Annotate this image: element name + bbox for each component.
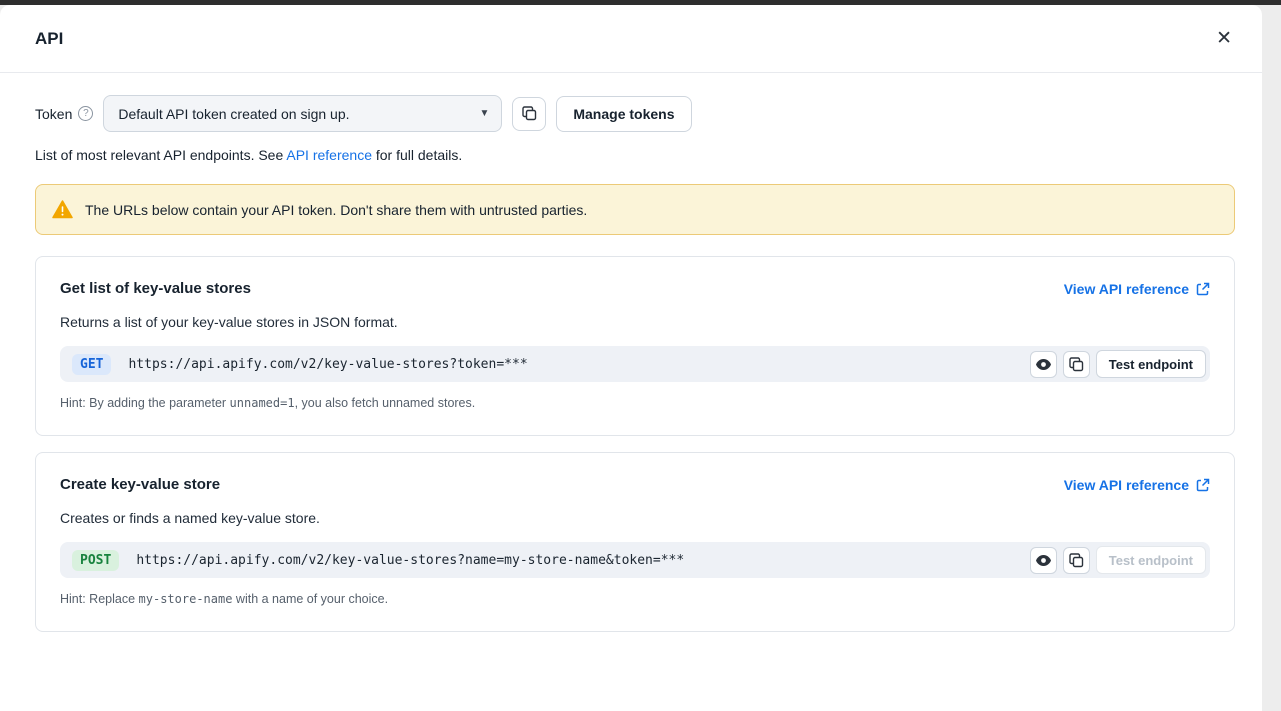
hint-code: my-store-name: [139, 592, 233, 606]
endpoint-url: https://api.apify.com/v2/key-value-store…: [136, 553, 1023, 568]
card-hint: Hint: Replace my-store-name with a name …: [60, 592, 1210, 606]
token-select-value: Default API token created on sign up.: [118, 106, 349, 122]
warning-banner: The URLs below contain your API token. D…: [35, 184, 1235, 235]
view-api-reference-link[interactable]: View API reference: [1064, 281, 1210, 297]
copy-url-button[interactable]: [1063, 547, 1090, 574]
eye-icon: [1035, 554, 1052, 567]
chevron-down-icon: ▼: [479, 108, 489, 119]
card-head: Get list of key-value stores View API re…: [60, 280, 1210, 297]
intro-pre: List of most relevant API endpoints. See: [35, 147, 286, 163]
card-title: Get list of key-value stores: [60, 280, 251, 297]
reveal-token-button[interactable]: [1030, 547, 1057, 574]
endpoint-url-bar: GET https://api.apify.com/v2/key-value-s…: [60, 346, 1210, 382]
card-description: Returns a list of your key-value stores …: [60, 314, 1210, 330]
reveal-token-button[interactable]: [1030, 351, 1057, 378]
warning-icon: [52, 200, 73, 219]
test-endpoint-button[interactable]: Test endpoint: [1096, 546, 1206, 574]
view-api-reference-label: View API reference: [1064, 477, 1189, 493]
page-title: API: [35, 29, 63, 49]
test-endpoint-button[interactable]: Test endpoint: [1096, 350, 1206, 378]
copy-token-button[interactable]: [512, 97, 546, 131]
http-method-badge: POST: [72, 550, 119, 571]
endpoint-url: https://api.apify.com/v2/key-value-store…: [128, 357, 1023, 372]
view-api-reference-link[interactable]: View API reference: [1064, 477, 1210, 493]
token-row: Token ? Default API token created on sig…: [35, 95, 1235, 132]
card-title: Create key-value store: [60, 476, 220, 493]
endpoint-card-get-list: Get list of key-value stores View API re…: [35, 256, 1235, 436]
view-api-reference-label: View API reference: [1064, 281, 1189, 297]
manage-tokens-button[interactable]: Manage tokens: [556, 96, 691, 132]
hint-pre: Hint: Replace: [60, 592, 139, 606]
external-link-icon: [1196, 282, 1210, 296]
eye-icon: [1035, 358, 1052, 371]
hint-post: with a name of your choice.: [232, 592, 388, 606]
modal-body: Token ? Default API token created on sig…: [0, 73, 1262, 632]
intro-post: for full details.: [372, 147, 462, 163]
copy-icon: [1069, 357, 1084, 372]
hint-pre: Hint: By adding the parameter: [60, 396, 230, 410]
card-description: Creates or finds a named key-value store…: [60, 510, 1210, 526]
help-icon[interactable]: ?: [78, 106, 93, 121]
api-reference-link[interactable]: API reference: [286, 147, 372, 163]
intro-text: List of most relevant API endpoints. See…: [35, 147, 1235, 163]
modal-header: API ✕: [0, 5, 1262, 73]
hint-code: unnamed=1: [230, 396, 295, 410]
external-link-icon: [1196, 478, 1210, 492]
copy-icon: [1069, 553, 1084, 568]
token-select[interactable]: Default API token created on sign up. ▼: [103, 95, 502, 132]
http-method-badge: GET: [72, 354, 111, 375]
close-icon[interactable]: ✕: [1210, 23, 1238, 54]
copy-url-button[interactable]: [1063, 351, 1090, 378]
endpoint-url-bar: POST https://api.apify.com/v2/key-value-…: [60, 542, 1210, 578]
hint-post: , you also fetch unnamed stores.: [295, 396, 476, 410]
token-label: Token: [35, 106, 72, 122]
copy-icon: [522, 106, 537, 121]
warning-text: The URLs below contain your API token. D…: [85, 202, 587, 218]
api-modal: API ✕ Token ? Default API token created …: [0, 5, 1262, 711]
card-hint: Hint: By adding the parameter unnamed=1,…: [60, 396, 1210, 410]
endpoint-card-create-store: Create key-value store View API referenc…: [35, 452, 1235, 632]
card-head: Create key-value store View API referenc…: [60, 476, 1210, 493]
